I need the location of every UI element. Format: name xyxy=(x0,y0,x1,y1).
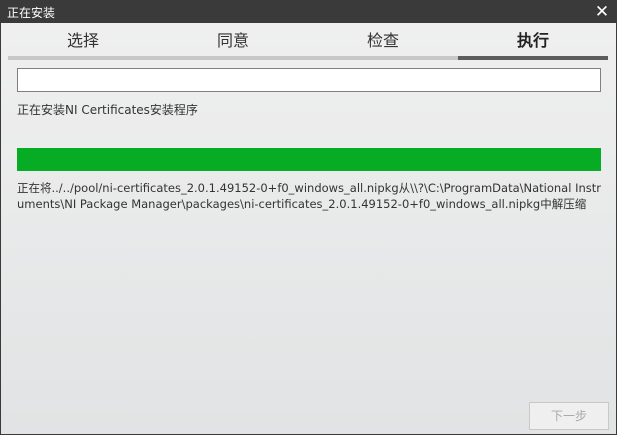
close-icon[interactable]: ✕ xyxy=(592,1,612,23)
tab-execute[interactable]: 执行 xyxy=(458,24,608,60)
tab-agree[interactable]: 同意 xyxy=(158,24,308,60)
progress-bar-fill xyxy=(17,148,601,171)
tab-select[interactable]: 选择 xyxy=(8,24,158,60)
window-title: 正在安装 xyxy=(7,6,56,20)
tab-review[interactable]: 检查 xyxy=(308,24,458,60)
progress-bar xyxy=(17,148,601,171)
next-button[interactable]: 下一步 xyxy=(529,402,609,430)
installer-window: 正在安装 ✕ 选择 同意 检查 执行 正在安装NI Certificates安装… xyxy=(0,0,617,435)
status-field xyxy=(17,68,601,92)
step-tabs: 选择 同意 检查 执行 xyxy=(8,24,608,60)
title-bar: 正在安装 ✕ xyxy=(1,1,616,23)
install-status-label: 正在安装NI Certificates安装程序 xyxy=(17,103,198,117)
detail-text: 正在将../../pool/ni-certificates_2.0.1.4915… xyxy=(17,181,601,211)
